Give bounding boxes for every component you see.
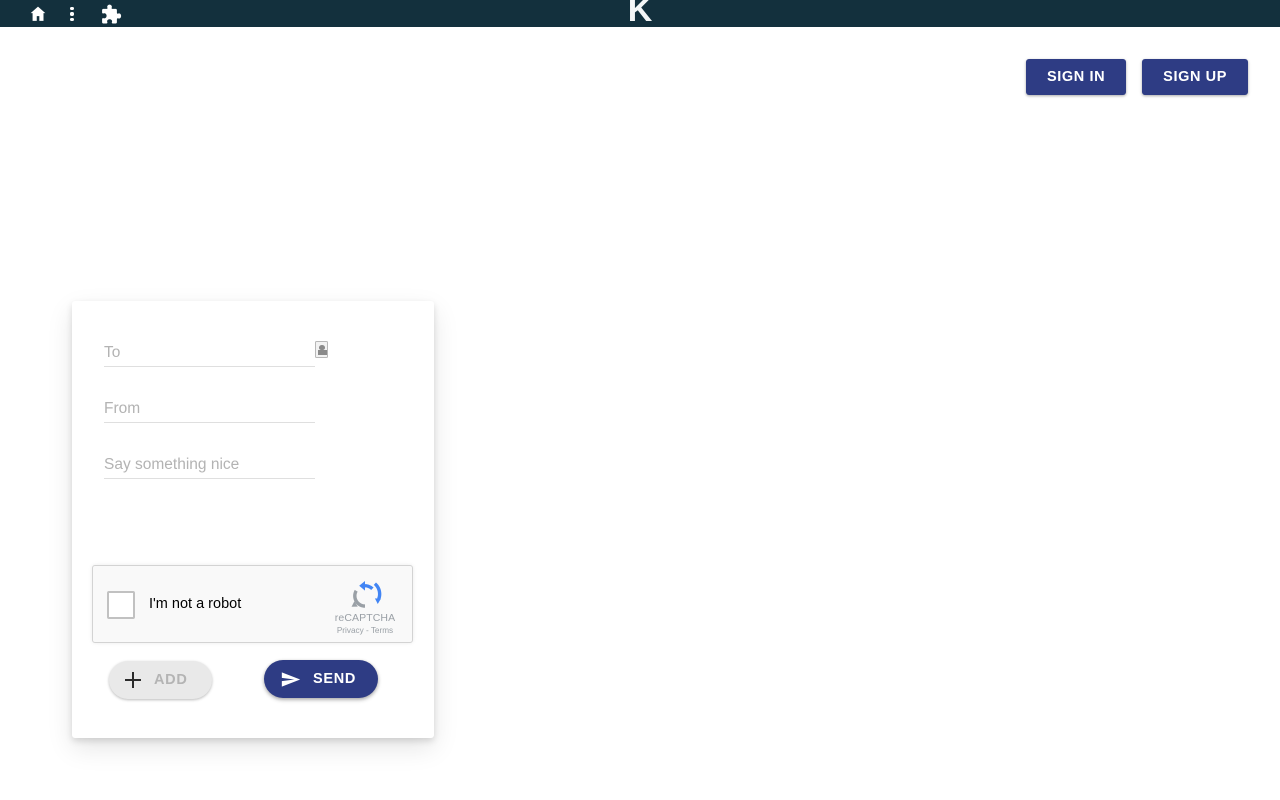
browser-chrome-bar: K	[0, 0, 1280, 27]
recaptcha-checkbox[interactable]	[107, 591, 135, 619]
to-input[interactable]	[104, 339, 315, 366]
recaptcha-links: Privacy - Terms	[329, 625, 401, 636]
page-title: K	[627, 0, 653, 27]
home-icon[interactable]	[27, 3, 49, 25]
puzzle-extensions-icon[interactable]	[96, 0, 126, 27]
compose-card: I'm not a robot reCAPTCHA Privacy - Term…	[72, 301, 434, 738]
card-actions: ADD SEND	[109, 660, 399, 703]
send-button-label: SEND	[313, 671, 357, 687]
menu-dot	[70, 12, 74, 16]
page-body: SIGN IN SIGN UP I'm not a robot	[0, 27, 1280, 800]
recaptcha-terms-link[interactable]: Terms	[371, 626, 393, 635]
to-field-wrapper	[104, 339, 328, 367]
recaptcha-separator: -	[365, 626, 369, 635]
auth-buttons: SIGN IN SIGN UP	[1025, 59, 1248, 95]
recaptcha-label: I'm not a robot	[149, 596, 242, 612]
add-button[interactable]: ADD	[109, 661, 212, 699]
recaptcha-logo-icon	[351, 580, 382, 608]
sign-in-button[interactable]: SIGN IN	[1025, 59, 1127, 95]
add-button-label: ADD	[154, 672, 188, 688]
recaptcha-widget: I'm not a robot reCAPTCHA Privacy - Term…	[92, 565, 413, 643]
compose-form	[104, 339, 402, 507]
from-input[interactable]	[104, 395, 315, 422]
recaptcha-brand-name: reCAPTCHA	[334, 612, 396, 624]
menu-dot	[70, 17, 74, 22]
sign-up-button[interactable]: SIGN UP	[1142, 59, 1248, 95]
message-field-wrapper	[104, 451, 315, 479]
paper-plane-icon	[281, 671, 301, 687]
send-button[interactable]: SEND	[264, 660, 379, 698]
contact-card-icon[interactable]	[315, 341, 328, 358]
vertical-dots-menu-icon[interactable]	[62, 2, 82, 26]
plus-icon	[125, 672, 141, 688]
menu-dot	[70, 6, 74, 11]
recaptcha-branding: reCAPTCHA Privacy - Terms	[329, 576, 401, 636]
message-input[interactable]	[104, 451, 315, 478]
from-field-wrapper	[104, 395, 315, 423]
recaptcha-privacy-link[interactable]: Privacy	[337, 626, 364, 635]
